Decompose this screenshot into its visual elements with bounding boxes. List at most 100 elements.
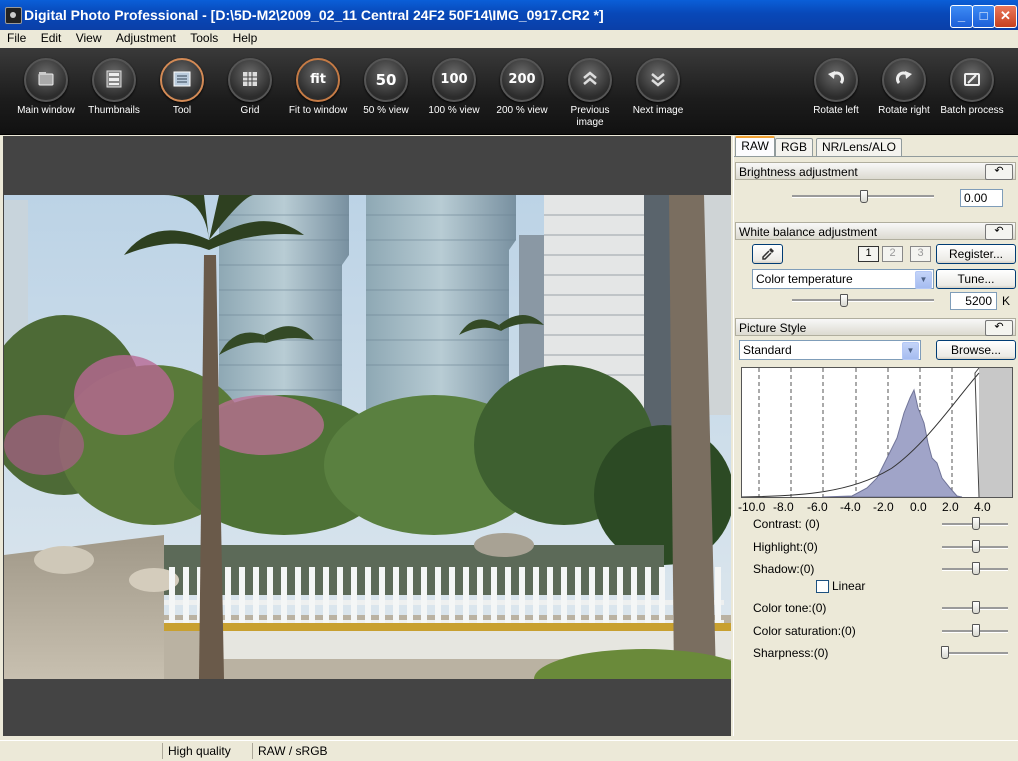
main-window-icon <box>24 58 68 102</box>
menu-bar: File Edit View Adjustment Tools Help <box>0 30 1018 48</box>
rotate-right-button[interactable]: Rotate right <box>870 58 938 117</box>
wb-register-button[interactable]: Register... <box>936 244 1016 264</box>
fence-picket <box>575 567 581 627</box>
brightness-value-input[interactable]: 0.00 <box>960 189 1003 207</box>
wb-mode-value: Color temperature <box>756 272 853 286</box>
image-view-area[interactable] <box>3 136 731 736</box>
batch-process-icon <box>950 58 994 102</box>
status-bar: High quality RAW / sRGB <box>0 740 1018 761</box>
wb-tune-button[interactable]: Tune... <box>936 269 1016 289</box>
tab-raw[interactable]: RAW <box>735 136 775 157</box>
tone-curve-histogram[interactable] <box>741 367 1013 498</box>
shadow-label: Shadow:(0) <box>753 562 815 576</box>
picture-style-browse-button[interactable]: Browse... <box>936 340 1016 360</box>
color-temperature-slider-thumb[interactable] <box>840 294 848 307</box>
previous-image-label: Previous image <box>570 105 610 128</box>
grid-label: Grid <box>240 105 260 116</box>
view-50-icon: 50 <box>364 58 408 102</box>
close-button[interactable]: ✕ <box>994 5 1017 28</box>
minimize-button[interactable]: _ <box>950 5 973 28</box>
fence-picket <box>365 567 371 627</box>
tool-tabs: RAW RGB NR/Lens/ALO <box>734 136 1018 157</box>
fence-picket <box>337 567 343 627</box>
batch-process-button[interactable]: Batch process <box>938 58 1006 117</box>
kelvin-unit: K <box>1002 294 1011 308</box>
fence-picket <box>281 567 287 627</box>
sharpness-label: Sharpness:(0) <box>753 646 829 660</box>
fence-picket <box>659 567 665 627</box>
view-200-button[interactable]: 200 200 % view <box>488 58 556 117</box>
fence-picket <box>519 567 525 627</box>
white-balance-reset-button[interactable]: ↶ <box>985 224 1013 240</box>
menu-help[interactable]: Help <box>229 30 262 45</box>
app-icon[interactable] <box>5 7 22 24</box>
thumbnails-button[interactable]: Thumbnails <box>80 58 148 117</box>
color-tone-slider-thumb[interactable] <box>972 601 980 614</box>
axis-label: -2.0 <box>873 500 894 514</box>
fence-picket <box>421 567 427 627</box>
sharpness-slider-thumb[interactable] <box>941 646 949 659</box>
view-50-button[interactable]: 50 50 % view <box>352 58 420 117</box>
window-title: Digital Photo Professional - [D:\5D-M2\2… <box>24 7 604 23</box>
view-200-icon: 200 <box>500 58 544 102</box>
tool-button[interactable]: Tool <box>148 58 216 117</box>
next-image-icon <box>636 58 680 102</box>
view-200-label: 200 % view <box>496 105 548 116</box>
sharpness-slider-track[interactable] <box>942 652 1008 655</box>
brightness-reset-button[interactable]: ↶ <box>985 164 1013 180</box>
picture-style-reset-button[interactable]: ↶ <box>985 320 1013 336</box>
photo-preview[interactable] <box>4 195 731 679</box>
menu-file[interactable]: File <box>3 30 30 45</box>
axis-label: -10.0 <box>738 500 766 514</box>
linear-checkbox[interactable] <box>816 580 829 593</box>
tab-rgb[interactable]: RGB <box>775 138 813 156</box>
brightness-title: Brightness adjustment <box>739 165 858 179</box>
brightness-header: Brightness adjustment ↶ <box>735 162 1016 180</box>
fence-picket <box>393 567 399 627</box>
menu-view[interactable]: View <box>72 30 106 45</box>
picture-style-value: Standard <box>743 343 792 357</box>
color-saturation-slider-thumb[interactable] <box>972 624 980 637</box>
fence-picket <box>631 567 637 627</box>
chevron-down-icon: ▼ <box>902 342 919 360</box>
menu-adjustment[interactable]: Adjustment <box>112 30 180 45</box>
rotate-left-button[interactable]: Rotate left <box>802 58 870 117</box>
photo-image <box>4 195 731 679</box>
wb-preset-1-button[interactable]: 1 <box>858 246 879 262</box>
previous-image-button[interactable]: Previous image <box>556 58 624 129</box>
fit-to-window-button[interactable]: fit Fit to window <box>284 58 352 117</box>
shadow-slider-thumb[interactable] <box>972 562 980 575</box>
fence-picket <box>477 567 483 627</box>
color-temperature-slider-track[interactable] <box>792 299 934 302</box>
white-balance-title: White balance adjustment <box>739 225 878 239</box>
histogram-graph <box>741 367 1012 498</box>
eyedropper-icon <box>761 248 774 260</box>
menu-tools[interactable]: Tools <box>186 30 222 45</box>
contrast-slider-thumb[interactable] <box>972 517 980 530</box>
brightness-slider-thumb[interactable] <box>860 190 868 203</box>
grid-button[interactable]: Grid <box>216 58 284 117</box>
wb-mode-select[interactable]: Color temperature ▼ <box>752 269 934 289</box>
highlight-slider-thumb[interactable] <box>972 540 980 553</box>
wb-preset-3-button[interactable]: 3 <box>910 246 931 262</box>
wb-preset-2-button[interactable]: 2 <box>882 246 903 262</box>
tab-nr-lens-alo[interactable]: NR/Lens/ALO <box>816 138 902 156</box>
picture-style-select[interactable]: Standard ▼ <box>739 340 921 360</box>
color-tone-label: Color tone:(0) <box>753 601 827 615</box>
next-image-button[interactable]: Next image <box>624 58 692 117</box>
axis-label: -8.0 <box>773 500 794 514</box>
tool-label: Tool <box>172 105 192 116</box>
main-window-button[interactable]: Main window <box>12 58 80 117</box>
fence-picket <box>253 567 259 627</box>
eyedropper-button[interactable] <box>752 244 783 264</box>
fence-picket <box>561 567 567 627</box>
view-100-button[interactable]: 100 100 % view <box>420 58 488 117</box>
grid-icon <box>228 58 272 102</box>
fence-picket <box>547 567 553 627</box>
rotate-right-icon <box>882 58 926 102</box>
color-temperature-input[interactable]: 5200 <box>950 292 997 310</box>
maximize-button[interactable]: □ <box>972 5 995 28</box>
view-100-icon: 100 <box>432 58 476 102</box>
menu-edit[interactable]: Edit <box>37 30 66 45</box>
previous-image-icon <box>568 58 612 102</box>
